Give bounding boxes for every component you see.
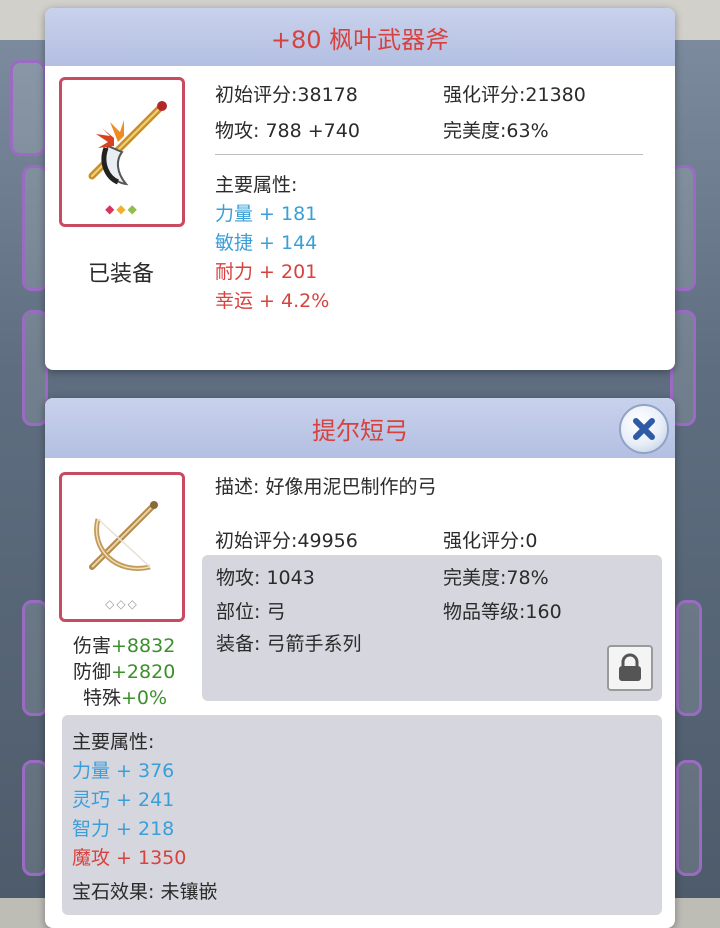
item-description: 描述: 好像用泥巴制作的弓 [215, 476, 437, 498]
item-detail-title: 提尔短弓 [312, 416, 408, 445]
close-icon [633, 418, 655, 440]
perfection: 完美度:63% [443, 120, 549, 142]
gem-sockets: ◇◇◇ [105, 597, 139, 611]
attribute-line: 力量 + 181 [215, 203, 318, 225]
compare-special: 特殊+0% [83, 687, 168, 709]
compare-defense: 防御+2820 [73, 661, 176, 683]
initial-score: 初始评分:38178 [215, 84, 358, 106]
item-detail-frame[interactable]: ◇◇◇ [59, 472, 185, 622]
gem-effect: 宝石效果: 未镶嵌 [72, 881, 218, 903]
background-slot [676, 600, 702, 716]
equipped-status: 已装备 [88, 262, 155, 287]
physical-attack: 物攻: 1043 [216, 567, 315, 589]
axe-icon [88, 101, 167, 186]
item-level: 物品等级:160 [443, 601, 562, 623]
close-button[interactable] [619, 404, 669, 454]
initial-score: 初始评分:49956 [215, 530, 358, 552]
main-attributes-header: 主要属性: [72, 731, 155, 753]
gem-sockets: ◆◆◆ [105, 202, 139, 216]
attribute-line: 力量 + 376 [72, 760, 175, 782]
equipped-item-header: +80 枫叶武器斧 [45, 8, 675, 66]
background-slot [10, 60, 46, 156]
attribute-line: 耐力 + 201 [215, 261, 318, 283]
equip-slot: 部位: 弓 [216, 601, 286, 623]
item-stats-box: 物攻: 1043 完美度:78% 部位: 弓 物品等级:160 装备: 弓箭手系… [202, 555, 662, 701]
item-detail-header: 提尔短弓 [45, 398, 675, 458]
main-attributes-header: 主要属性: [215, 174, 298, 196]
background-slot [676, 760, 702, 876]
item-detail-panel: 提尔短弓 ◇◇◇ 伤害+8832 防御+2820 特殊+0% 描述: 好像用泥巴… [45, 398, 675, 928]
attribute-line: 魔攻 + 1350 [72, 847, 187, 869]
physical-attack: 物攻: 788 +740 [215, 120, 360, 142]
divider [215, 154, 643, 155]
enhance-score: 强化评分:21380 [443, 84, 586, 106]
equipped-item-frame[interactable]: ◆◆◆ [59, 77, 185, 227]
attribute-line: 灵巧 + 241 [72, 789, 175, 811]
equipped-item-panel: +80 枫叶武器斧 ◆◆◆ 已装备 初始评分:38178 强化评分:21380 … [45, 8, 675, 370]
equipped-item-title: +80 枫叶武器斧 [270, 25, 450, 54]
lock-button[interactable] [607, 645, 653, 691]
attribute-line: 智力 + 218 [72, 818, 175, 840]
attribute-line: 敏捷 + 144 [215, 232, 318, 254]
crossbow-icon [89, 501, 158, 571]
lock-icon [619, 653, 641, 681]
item-attributes-box: 主要属性: 力量 + 376 灵巧 + 241 智力 + 218 魔攻 + 13… [62, 715, 662, 915]
perfection: 完美度:78% [443, 567, 549, 589]
compare-damage: 伤害+8832 [73, 635, 176, 657]
equip-class: 装备: 弓箭手系列 [216, 633, 362, 655]
enhance-score: 强化评分:0 [443, 530, 538, 552]
attribute-line: 幸运 + 4.2% [215, 290, 330, 312]
